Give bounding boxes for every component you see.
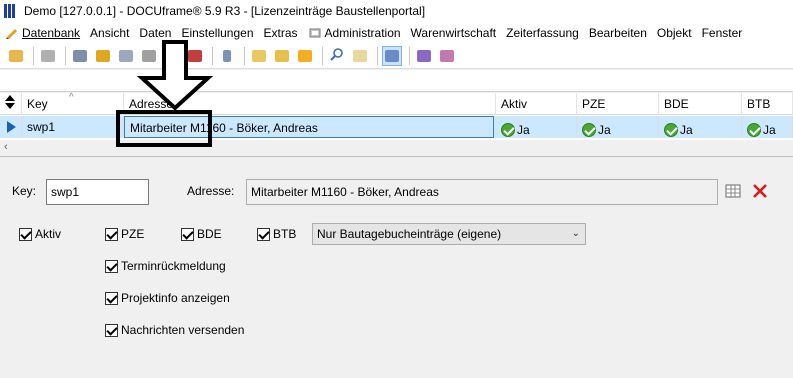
- checkbox-box[interactable]: [105, 259, 118, 273]
- column-header-btb[interactable]: BTB: [742, 93, 793, 115]
- app-icon: [4, 4, 20, 18]
- nachrichten-checkbox[interactable]: Nachrichten versenden: [105, 323, 244, 337]
- edit-icon: [119, 49, 133, 62]
- pze-checkbox[interactable]: PZE: [105, 227, 144, 241]
- address-picker-icon[interactable]: [725, 184, 741, 201]
- projektinfo-checkbox[interactable]: Projektinfo anzeigen: [105, 291, 230, 305]
- title-bar: Demo [127.0.0.1] - DOCUframe® 5.9 R3 - […: [0, 0, 793, 22]
- check-icon: [501, 123, 515, 137]
- toolbar-separator: [377, 46, 378, 65]
- menu-ansicht[interactable]: Ansicht: [85, 22, 134, 43]
- filter-search-icon: [353, 49, 367, 62]
- print-button[interactable]: [38, 46, 58, 66]
- address-card-icon: [73, 49, 87, 62]
- terminrueckmeldung-checkbox[interactable]: Terminrückmeldung: [105, 259, 226, 273]
- edit-button[interactable]: [116, 46, 136, 66]
- printer-icon: [41, 49, 55, 62]
- annotation-arrow: [136, 40, 214, 110]
- cell-pze[interactable]: Ja: [577, 116, 659, 138]
- menu-datenbank[interactable]: Datenbank: [0, 22, 85, 43]
- user-settings-button[interactable]: [437, 46, 457, 66]
- address-card-button[interactable]: [70, 46, 90, 66]
- chevron-down-icon: ⌄: [571, 228, 580, 239]
- app-menu-icon: [5, 26, 19, 40]
- filter-search-button[interactable]: [350, 46, 370, 66]
- form-view-button[interactable]: [382, 45, 402, 66]
- menu-administration[interactable]: Administration: [303, 22, 406, 43]
- toolbar-separator: [322, 46, 323, 65]
- column-header-aktiv[interactable]: Aktiv: [496, 93, 577, 115]
- notes-button[interactable]: [249, 46, 269, 66]
- toolbar: [0, 43, 793, 69]
- row-selector-header[interactable]: [0, 93, 22, 115]
- menu-bearbeiten[interactable]: Bearbeiten: [584, 22, 652, 43]
- list-button[interactable]: [93, 46, 113, 66]
- folder-button[interactable]: [272, 46, 292, 66]
- users-button[interactable]: [414, 46, 434, 66]
- search-icon: [330, 47, 344, 64]
- row-indicator[interactable]: [0, 116, 22, 138]
- btb-mode-select[interactable]: Nur Bautagebucheinträge (eigene) ⌄: [312, 223, 586, 245]
- check-icon: [747, 123, 761, 137]
- menu-extras[interactable]: Extras: [259, 22, 303, 43]
- scroll-left-icon[interactable]: ‹: [4, 141, 8, 153]
- filter-strip: [0, 70, 793, 92]
- checkbox-box[interactable]: [105, 227, 118, 241]
- key-field[interactable]: swp1: [46, 179, 149, 205]
- toolbar-separator: [33, 46, 34, 65]
- bde-checkbox[interactable]: BDE: [181, 227, 222, 241]
- users-icon: [417, 49, 431, 62]
- menu-fenster[interactable]: Fenster: [697, 22, 748, 43]
- search-button[interactable]: [327, 46, 347, 66]
- list-icon: [96, 49, 110, 62]
- annotation-highlight-box: [116, 110, 212, 147]
- export-icon: [298, 49, 312, 62]
- menu-objekt[interactable]: Objekt: [652, 22, 697, 43]
- column-header-pze[interactable]: PZE: [577, 93, 659, 115]
- checkbox-box[interactable]: [105, 323, 118, 337]
- export-button[interactable]: [295, 46, 315, 66]
- window-title: Demo [127.0.0.1] - DOCUframe® 5.9 R3 - […: [24, 4, 426, 18]
- sort-ascending-icon: ^: [69, 92, 74, 103]
- folder-icon: [275, 49, 289, 62]
- column-header-key[interactable]: Key ^: [22, 92, 124, 115]
- toolbar-separator: [409, 46, 410, 65]
- notes-icon: [252, 49, 266, 62]
- key-label: Key:: [12, 184, 37, 198]
- adresse-label: Adresse:: [187, 184, 235, 198]
- form-view-icon: [385, 49, 399, 62]
- adresse-field[interactable]: Mitarbeiter M1160 - Böker, Andreas: [246, 179, 718, 205]
- check-icon: [582, 123, 596, 137]
- check-icon: [664, 123, 678, 137]
- cell-aktiv[interactable]: Ja: [496, 116, 577, 138]
- phone-icon: [223, 49, 231, 62]
- new-record-icon: [9, 49, 23, 62]
- current-row-arrow-icon: [7, 121, 16, 133]
- menu-warenwirtschaft[interactable]: Warenwirtschaft: [406, 22, 502, 43]
- aktiv-checkbox[interactable]: Aktiv: [19, 227, 61, 241]
- new-record-button[interactable]: [6, 46, 26, 66]
- delete-icon[interactable]: [752, 183, 768, 202]
- admin-icon: [308, 26, 322, 40]
- toolbar-separator: [244, 46, 245, 65]
- cell-key[interactable]: swp1: [22, 116, 124, 138]
- btb-checkbox[interactable]: BTB: [257, 227, 296, 241]
- checkbox-box[interactable]: [19, 227, 32, 241]
- checkbox-box[interactable]: [105, 291, 118, 305]
- checkbox-box[interactable]: [181, 227, 194, 241]
- menu-bar: Datenbank Ansicht Daten Einstellungen Ex…: [0, 22, 793, 43]
- cell-bde[interactable]: Ja: [659, 116, 742, 138]
- user-settings-icon: [440, 49, 454, 62]
- menu-zeiterfassung[interactable]: Zeiterfassung: [501, 22, 584, 43]
- sort-updown-icon: [5, 95, 15, 109]
- cell-btb[interactable]: Ja: [742, 116, 793, 138]
- toolbar-separator: [65, 46, 66, 65]
- column-header-bde[interactable]: BDE: [659, 93, 742, 115]
- checkbox-box[interactable]: [257, 227, 270, 241]
